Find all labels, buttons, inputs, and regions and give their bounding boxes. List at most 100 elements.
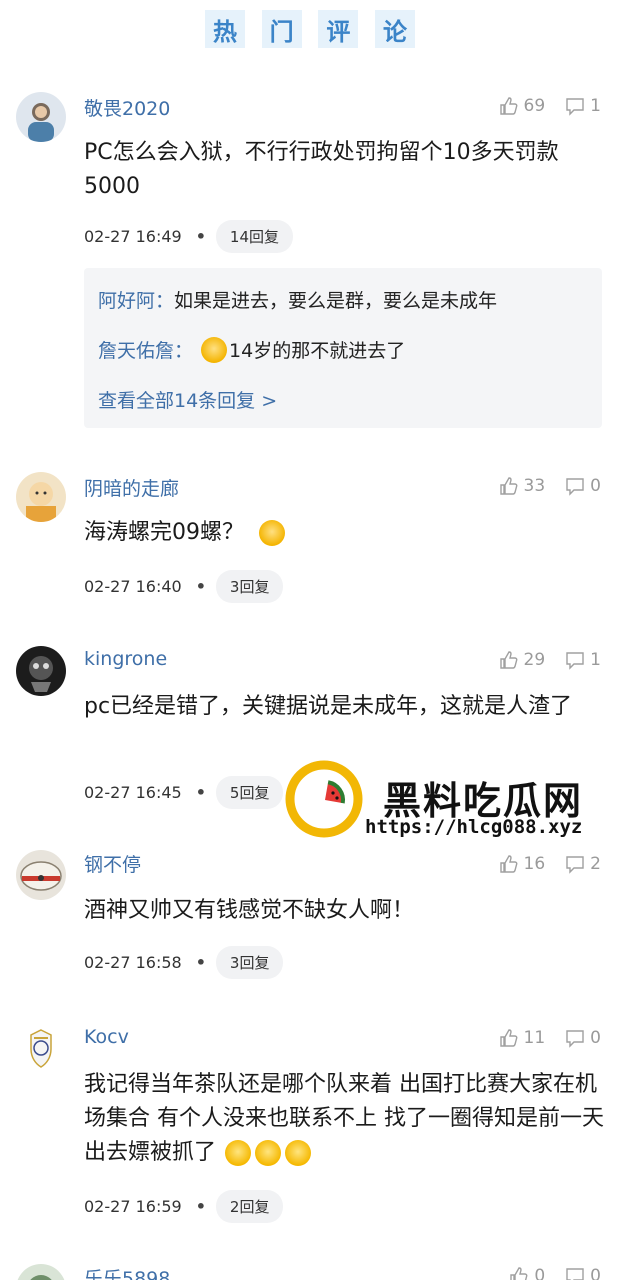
- avatar[interactable]: [16, 850, 66, 900]
- reply-count: 1: [590, 96, 601, 116]
- comment-text: 海涛螺完09螺？: [84, 516, 604, 550]
- reply-text: 14岁的那不就进去了: [229, 340, 406, 362]
- like-count: 0: [534, 1266, 546, 1280]
- comment-text: 我记得当年茶队还是哪个队来着 出国打比赛大家在机场集合 有个人没来也联系不上 找…: [84, 1068, 604, 1170]
- comment-meta: 02-27 16:58 • 3回复: [84, 946, 284, 979]
- reply-username[interactable]: 阿好阿：: [98, 286, 174, 313]
- reply-count: 0: [590, 1266, 601, 1280]
- comment-stats: 69 1: [479, 96, 601, 116]
- reply-button[interactable]: 0: [565, 1028, 601, 1048]
- like-button[interactable]: 0: [509, 1266, 545, 1280]
- replies-button[interactable]: 3回复: [215, 946, 284, 979]
- timestamp: 02-27 16:45: [84, 783, 182, 802]
- comment-icon: [566, 98, 584, 116]
- hot-comments-title: 热 门 评 论: [205, 8, 415, 50]
- like-button[interactable]: 29: [499, 650, 546, 670]
- like-button[interactable]: 33: [499, 476, 546, 496]
- reply-count: 0: [590, 1028, 601, 1048]
- reply-button[interactable]: 2: [565, 854, 601, 874]
- view-all-replies-link[interactable]: 查看全部14条回复 >: [98, 386, 277, 413]
- comment-meta: 02-27 16:45 • 5回复: [84, 776, 284, 809]
- thumbs-up-icon: [510, 1267, 528, 1280]
- replies-button[interactable]: 14回复: [215, 220, 294, 253]
- thumbs-up-icon: [499, 477, 517, 495]
- crying-emoji-icon: [201, 336, 228, 363]
- title-char: 门: [261, 10, 302, 48]
- like-button[interactable]: 69: [499, 96, 546, 116]
- comment-stats: 33 0: [479, 476, 601, 496]
- reply-count: 1: [590, 650, 601, 670]
- reply-button[interactable]: 0: [565, 1266, 601, 1280]
- replies-button[interactable]: 3回复: [215, 570, 284, 603]
- comment-meta: 02-27 16:49 • 14回复: [84, 220, 294, 253]
- watermelon-logo-icon: [285, 760, 363, 838]
- title-char: 论: [374, 10, 415, 48]
- separator-dot: •: [195, 227, 206, 246]
- avatar[interactable]: [16, 472, 66, 522]
- thumbs-up-icon: [499, 97, 517, 115]
- username[interactable]: 钢不停: [84, 850, 141, 877]
- timestamp: 02-27 16:49: [84, 227, 182, 246]
- comment-icon: [566, 1268, 584, 1280]
- timestamp: 02-27 16:59: [84, 1197, 182, 1216]
- reply-item: 詹天佑詹： 14岁的那不就进去了: [98, 336, 405, 363]
- reply-button[interactable]: 1: [565, 96, 601, 116]
- username[interactable]: Kocv: [84, 1026, 129, 1048]
- comment-stats: 0 0: [489, 1266, 601, 1280]
- title-char: 热: [205, 10, 245, 48]
- watermark: 黑料吃瓜网 https://hlcg088.xyz: [285, 760, 605, 840]
- replies-button[interactable]: 2回复: [215, 1190, 284, 1223]
- reply-count: 2: [590, 854, 601, 874]
- comment-stats: 11 0: [479, 1028, 601, 1048]
- reply-count: 0: [590, 476, 601, 496]
- reply-text: 如果是进去，要么是群，要么是未成年: [174, 290, 498, 312]
- like-button[interactable]: 16: [499, 854, 546, 874]
- like-count: 16: [523, 854, 546, 874]
- reply-item: 阿好阿： 如果是进去，要么是群，要么是未成年: [98, 286, 497, 313]
- like-count: 69: [523, 96, 546, 116]
- comment-text: pc已经是错了，关键据说是未成年，这就是人渣了: [84, 694, 573, 719]
- timestamp: 02-27 16:40: [84, 577, 182, 596]
- comment-meta: 02-27 16:59 • 2回复: [84, 1190, 284, 1223]
- title-char: 评: [318, 10, 359, 48]
- username[interactable]: 敬畏2020: [84, 94, 170, 121]
- avatar[interactable]: [16, 92, 66, 142]
- reply-button[interactable]: 0: [565, 476, 601, 496]
- separator-dot: •: [195, 1197, 206, 1216]
- username[interactable]: 阴暗的走廊: [84, 474, 179, 501]
- comment-icon: [566, 652, 584, 670]
- comment-icon: [566, 1030, 584, 1048]
- laughing-emoji-icon: [225, 1140, 252, 1166]
- watermark-url: https://hlcg088.xyz: [365, 816, 583, 838]
- username[interactable]: 乐乐5898: [84, 1264, 170, 1280]
- comment-icon: [566, 478, 584, 496]
- thumbs-up-icon: [499, 651, 517, 669]
- thumbs-up-icon: [499, 855, 517, 873]
- thumbs-up-icon: [499, 1029, 517, 1047]
- separator-dot: •: [195, 577, 206, 596]
- avatar[interactable]: [16, 646, 66, 696]
- separator-dot: •: [195, 783, 206, 802]
- laughing-emoji-icon: [285, 1140, 312, 1166]
- comment-text: 酒神又帅又有钱感觉不缺女人啊！: [84, 898, 415, 923]
- comment-text: PC怎么会入狱，不行行政处罚拘留个10多天罚款5000: [84, 140, 559, 199]
- like-count: 29: [523, 650, 546, 670]
- timestamp: 02-27 16:58: [84, 953, 182, 972]
- avatar[interactable]: [16, 1264, 66, 1280]
- comment-stats: 16 2: [479, 854, 601, 874]
- section-header: 热 门 评 论: [0, 0, 627, 60]
- comment-text-content: 海涛螺完09螺？: [84, 520, 244, 545]
- reply-username[interactable]: 詹天佑詹：: [98, 336, 193, 363]
- crying-emoji-icon: [259, 520, 285, 546]
- avatar[interactable]: [16, 1024, 66, 1074]
- like-button[interactable]: 11: [499, 1028, 546, 1048]
- like-count: 33: [523, 476, 546, 496]
- username[interactable]: kingrone: [84, 648, 167, 670]
- replies-button[interactable]: 5回复: [215, 776, 284, 809]
- like-count: 11: [523, 1028, 546, 1048]
- replies-preview: 阿好阿： 如果是进去，要么是群，要么是未成年 詹天佑詹： 14岁的那不就进去了 …: [84, 268, 602, 428]
- separator-dot: •: [195, 953, 206, 972]
- comment-meta: 02-27 16:40 • 3回复: [84, 570, 284, 603]
- reply-button[interactable]: 1: [565, 650, 601, 670]
- comment-icon: [566, 856, 584, 874]
